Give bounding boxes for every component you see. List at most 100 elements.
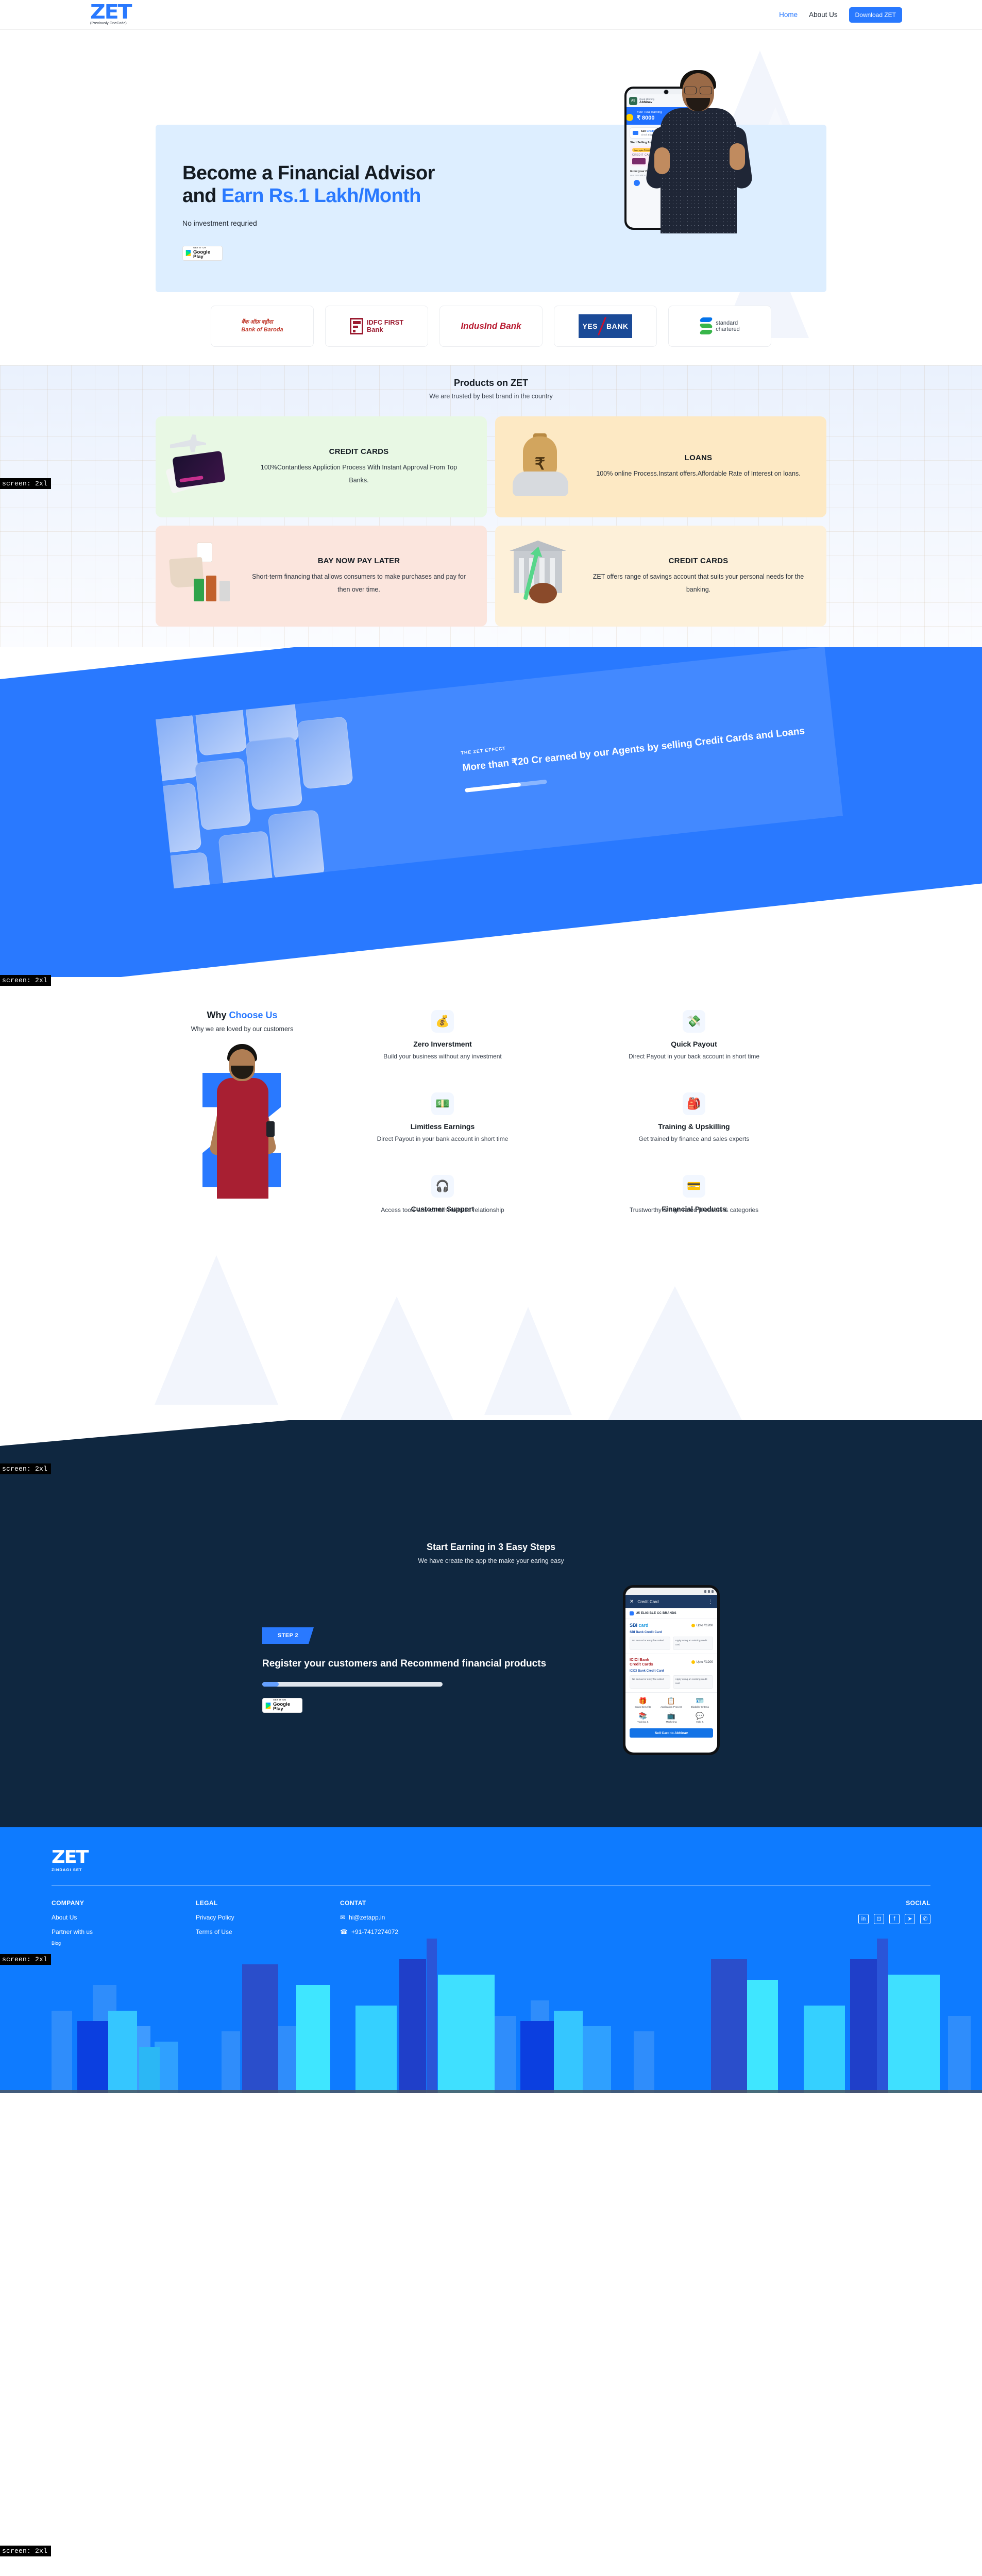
offer-row-sbi[interactable]: SBI card Upto ₹1200 SBI Bank Credit Card… <box>625 1619 717 1654</box>
bob-english: Bank of Baroda <box>241 326 283 333</box>
offer-card-name: ICICI Bank Credit Card <box>630 1669 664 1673</box>
nav-link-home[interactable]: Home <box>779 11 798 19</box>
product-card-loans[interactable]: LOANS 100% online Process.Instant offers… <box>495 416 826 517</box>
feature-title: Quick Payout <box>671 1040 717 1048</box>
product-card-savings-account[interactable]: CREDIT CARDS ZET offers range of savings… <box>495 526 826 627</box>
tile-marketing[interactable]: 📺 Marketing <box>658 1712 684 1724</box>
steps-section: Start Earning in 3 Easy Steps We have cr… <box>0 1420 982 1827</box>
product-desc: Short-term financing that allows consume… <box>252 573 466 593</box>
footer-column-head: COMPANY <box>52 1899 84 1907</box>
footer-column-contact: CONTAT ✉ hi@zetapp.in ☎ +91-7417274072 <box>340 1899 484 1946</box>
feature-limitless-earnings: 💵 Limitless Earnings Direct Payout in yo… <box>325 1092 561 1143</box>
phone-status-bar <box>625 1588 717 1595</box>
offer-row-icici[interactable]: ICICI Bank Credit Cards Upto ₹1200 ICICI … <box>625 1654 717 1692</box>
hero-title: Become a Financial Advisor and Earn Rs.1… <box>182 162 502 208</box>
id-card-icon: 🪪 <box>696 1697 704 1705</box>
google-play-badge[interactable]: GET IT ON Google Play <box>262 1698 302 1713</box>
feature-desc: Build your business without any investme… <box>383 1053 502 1060</box>
app-tiles: 🎁 Brand Benefits 📋 Application Process 🪪 El… <box>625 1692 717 1726</box>
steps-title: Start Earning in 3 Easy Steps <box>426 1542 556 1552</box>
tile-label: Help & <box>696 1721 704 1724</box>
brand-card-indusind-bank[interactable]: IndusInd Bank <box>439 306 543 347</box>
bob-hindi: बैंक ऑफ़ बड़ौदा <box>241 319 273 326</box>
brand-card-standard-chartered[interactable]: standard chartered <box>668 306 771 347</box>
sell-card-cta-button[interactable]: Sell Card to Abhinav <box>630 1728 713 1738</box>
footer-email-text: hi@zetapp.in <box>349 1913 385 1921</box>
feature-glyph: 💰 <box>435 1015 450 1028</box>
products-title: Products on ZET <box>454 378 528 388</box>
footer-link-blog[interactable]: Blog <box>52 1941 196 1946</box>
why-subtitle: Why we are loved by our customers <box>191 1025 294 1033</box>
footer-link-partner-with-us[interactable]: Partner with us <box>52 1928 196 1935</box>
shopping-cart-illustration <box>167 543 243 610</box>
close-icon[interactable]: ✕ <box>630 1599 634 1605</box>
footer-email[interactable]: ✉ hi@zetapp.in <box>340 1914 484 1921</box>
tile-eligibility-criteria[interactable]: 🪪 Eligibility Criteria <box>687 1697 713 1709</box>
footer-column-head: SOCIAL <box>906 1899 930 1907</box>
why-content: Why Choose Us Why we are loved by our cu… <box>0 1010 982 1214</box>
download-zet-button[interactable]: Download ZET <box>849 7 902 23</box>
step-progress[interactable] <box>262 1682 443 1687</box>
standard-chartered-mark-icon <box>699 316 714 336</box>
feature-desc: Direct Payout in your back account in sh… <box>628 1053 760 1060</box>
why-title: Why Choose Us <box>175 1010 309 1021</box>
product-desc: ZET offers range of savings account that… <box>592 573 804 593</box>
feature-glyph: 🎧 <box>435 1180 450 1192</box>
brand-logo-row: बैंक ऑफ़ बड़ौदा Bank of Baroda IDFC FIRS… <box>0 306 982 347</box>
footer-phone[interactable]: ☎ +91-7417274072 <box>340 1928 484 1935</box>
video-icon: 📺 <box>667 1711 676 1720</box>
footer-link-privacy-policy[interactable]: Privacy Policy <box>196 1914 340 1921</box>
footer-phone-text: +91-7417274072 <box>351 1928 399 1935</box>
feature-desc: Get trained by finance and sales experts <box>638 1135 750 1142</box>
decor-mountain <box>484 1307 572 1415</box>
footer-column-head: LEGAL <box>196 1899 218 1907</box>
money-bag-icon: 🎒 <box>683 1092 705 1115</box>
tile-application-process[interactable]: 📋 Application Process <box>658 1697 684 1709</box>
product-title: CREDIT CARDS <box>329 447 389 457</box>
hero-copy: Become a Financial Advisor and Earn Rs.1… <box>182 162 502 261</box>
step-headline: Register your customers and Recommend fi… <box>262 1658 547 1669</box>
yes-word2: BANK <box>606 322 629 330</box>
product-card-buy-now-pay-later[interactable]: BAY NOW PAY LATER Short-term financing t… <box>156 526 487 627</box>
decor-mountain <box>608 1286 742 1420</box>
offer-upto: Upto ₹1200 <box>696 1623 714 1627</box>
whatsapp-icon[interactable]: ✆ <box>920 1913 930 1924</box>
product-card-credit-cards[interactable]: CREDIT CARDS 100%Contantless Appliction … <box>156 416 487 517</box>
decor-mountain <box>340 1297 453 1420</box>
brand-card-yes-bank[interactable]: YES BANK <box>554 306 657 347</box>
linkedin-icon[interactable]: in <box>858 1913 869 1924</box>
brand-card-idfc-first-bank[interactable]: IDFC FIRST Bank <box>325 306 428 347</box>
yes-word1: YES <box>582 322 598 330</box>
footer-logo[interactable]: ZET ZINDAGI SET <box>52 1848 930 1872</box>
zet-effect-progress[interactable] <box>464 779 547 793</box>
facebook-icon[interactable]: f <box>889 1913 900 1924</box>
google-play-icon <box>265 1702 271 1709</box>
brand-card-bank-of-baroda[interactable]: बैंक ऑफ़ बड़ौदा Bank of Baroda <box>211 306 314 347</box>
feature-quick-payout: 💸 Quick Payout Direct Payout in your bac… <box>576 1010 812 1060</box>
google-play-badge[interactable]: GET IT ON Google Play <box>182 245 223 261</box>
site-logo[interactable]: ZET (Previously OneCode) <box>90 2 132 25</box>
tile-help[interactable]: 💬 Help & <box>687 1712 713 1724</box>
credit-card-icon: 💳 <box>683 1175 705 1198</box>
footer-link-terms-of-use[interactable]: Terms of Use <box>196 1928 340 1935</box>
city-ground <box>0 2090 982 2093</box>
social-links: in ⊡ f ➤ ✆ <box>807 1913 930 1924</box>
tile-training[interactable]: 📚 Training & <box>630 1712 656 1724</box>
product-title: CREDIT CARDS <box>668 557 729 566</box>
tile-brand-benefits[interactable]: 🎁 Brand Benefits <box>630 1697 656 1709</box>
footer-column-head: CONTAT <box>340 1899 366 1907</box>
more-options-icon[interactable]: ⋮ <box>708 1599 713 1605</box>
money-bag-icon: 💰 <box>431 1010 454 1033</box>
telegram-icon[interactable]: ➤ <box>905 1913 915 1924</box>
google-play-pre: GET IT ON <box>193 246 207 249</box>
sc-line1: standard <box>716 319 738 326</box>
footer-column-company: COMPANY About Us Partner with us Blog <box>52 1899 196 1946</box>
instagram-icon[interactable]: ⊡ <box>874 1913 884 1924</box>
feature-desc: Trustworthy & high-rated products & cate… <box>629 1206 759 1214</box>
screen-size-indicator: screen: 2xl <box>0 478 52 489</box>
footer-link-about-us[interactable]: About Us <box>52 1914 196 1921</box>
products-subtitle: We are trusted by best brand in the coun… <box>429 393 553 400</box>
decor-mountain <box>155 1255 278 1405</box>
nav-link-about-us[interactable]: About Us <box>809 11 838 19</box>
cash-stack-icon: 💵 <box>431 1092 454 1115</box>
